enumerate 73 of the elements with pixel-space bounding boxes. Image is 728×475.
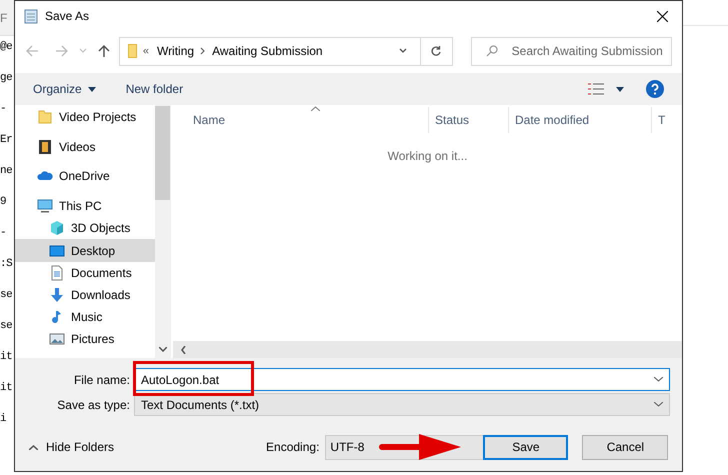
chevron-up-icon <box>29 444 38 450</box>
folder-icon <box>128 44 137 58</box>
sort-caret-icon <box>311 106 320 111</box>
desktop-icon <box>49 242 65 258</box>
caret-icon <box>616 86 624 92</box>
monitor-icon <box>37 198 53 214</box>
column-header[interactable]: Date modified <box>508 107 651 133</box>
field-label: Save as type: <box>56 396 131 414</box>
breadcrumb[interactable]: Writing <box>156 42 194 60</box>
help-icon[interactable] <box>646 80 664 98</box>
horizontal-scrollbar[interactable] <box>173 341 682 358</box>
refresh-icon[interactable] <box>430 45 442 57</box>
chevron-down-icon <box>654 377 663 382</box>
column-header[interactable]: T <box>651 107 681 133</box>
code-line: se <box>0 319 14 334</box>
list-view-icon <box>588 83 604 95</box>
code-line: 9 <box>0 195 8 210</box>
view-options-button[interactable] <box>588 83 624 95</box>
code-line: it <box>0 350 14 365</box>
caret-icon <box>88 86 96 92</box>
window-title: Save As <box>45 8 90 25</box>
hide-folders-button[interactable]: Hide Folders <box>29 438 114 456</box>
column-header[interactable]: Status <box>428 107 508 133</box>
sidebar-item[interactable]: This PC <box>15 194 155 218</box>
up-arrow-icon[interactable] <box>96 44 111 58</box>
sidebar-item[interactable]: 3D Objects <box>15 217 155 240</box>
folder-icon <box>37 109 53 126</box>
sidebar-item[interactable]: Desktop <box>15 239 155 262</box>
cube-icon <box>49 220 65 236</box>
scrollbar-thumb[interactable] <box>155 106 170 200</box>
notepad-icon <box>23 8 39 24</box>
chevron-left-icon <box>181 346 186 354</box>
code-line: @e <box>0 40 14 55</box>
file-name-field[interactable]: AutoLogon.bat <box>134 368 670 391</box>
code-line: i <box>0 412 8 427</box>
overflow-indicator[interactable]: « <box>142 42 149 60</box>
code-line: ne <box>0 164 14 179</box>
search-field[interactable]: Search Awaiting Submission <box>470 36 672 66</box>
scrollbar[interactable] <box>155 105 170 358</box>
field-label: File name: <box>72 372 131 388</box>
sidebar-item[interactable]: Pictures <box>15 328 155 351</box>
document-icon <box>49 264 65 281</box>
close-icon <box>656 10 668 22</box>
address-bar[interactable]: « Writing Awaiting Submission <box>118 36 453 66</box>
breadcrumb[interactable]: Awaiting Submission <box>212 42 323 60</box>
code-line: ge <box>0 71 14 86</box>
file-type-dropdown[interactable]: Text Documents (*.txt) <box>134 393 670 416</box>
code-line: - <box>0 226 8 241</box>
sidebar-item[interactable]: Video Projects <box>15 106 155 128</box>
field-label: Encoding: <box>266 439 320 456</box>
down-arrow-icon <box>49 286 65 303</box>
sidebar-item[interactable]: OneDrive <box>15 165 155 188</box>
picture-icon <box>49 331 65 348</box>
sidebar-item[interactable]: Music <box>15 306 155 328</box>
cancel-button[interactable]: Cancel <box>582 434 668 460</box>
code-line: Er <box>0 133 14 148</box>
search-icon <box>486 45 498 57</box>
chevron-down-icon <box>654 402 663 407</box>
code-line: it <box>0 381 14 396</box>
status-message: Working on it... <box>388 148 468 165</box>
new-folder-button[interactable]: New folder <box>126 80 184 98</box>
film-icon <box>37 138 53 155</box>
chevron-right-icon <box>200 47 206 55</box>
chevron-down-icon <box>158 347 166 352</box>
code-line: :S <box>0 257 14 272</box>
save-button[interactable]: Save <box>483 434 568 460</box>
sidebar-item[interactable]: Videos <box>15 136 155 158</box>
code-line: se <box>0 288 14 303</box>
sidebar-item[interactable]: Downloads <box>15 284 155 306</box>
column-header[interactable]: Name <box>173 107 428 133</box>
organize-button[interactable]: Organize <box>33 80 96 98</box>
code-line: - <box>0 102 8 117</box>
sidebar-item[interactable]: Documents <box>15 262 155 284</box>
